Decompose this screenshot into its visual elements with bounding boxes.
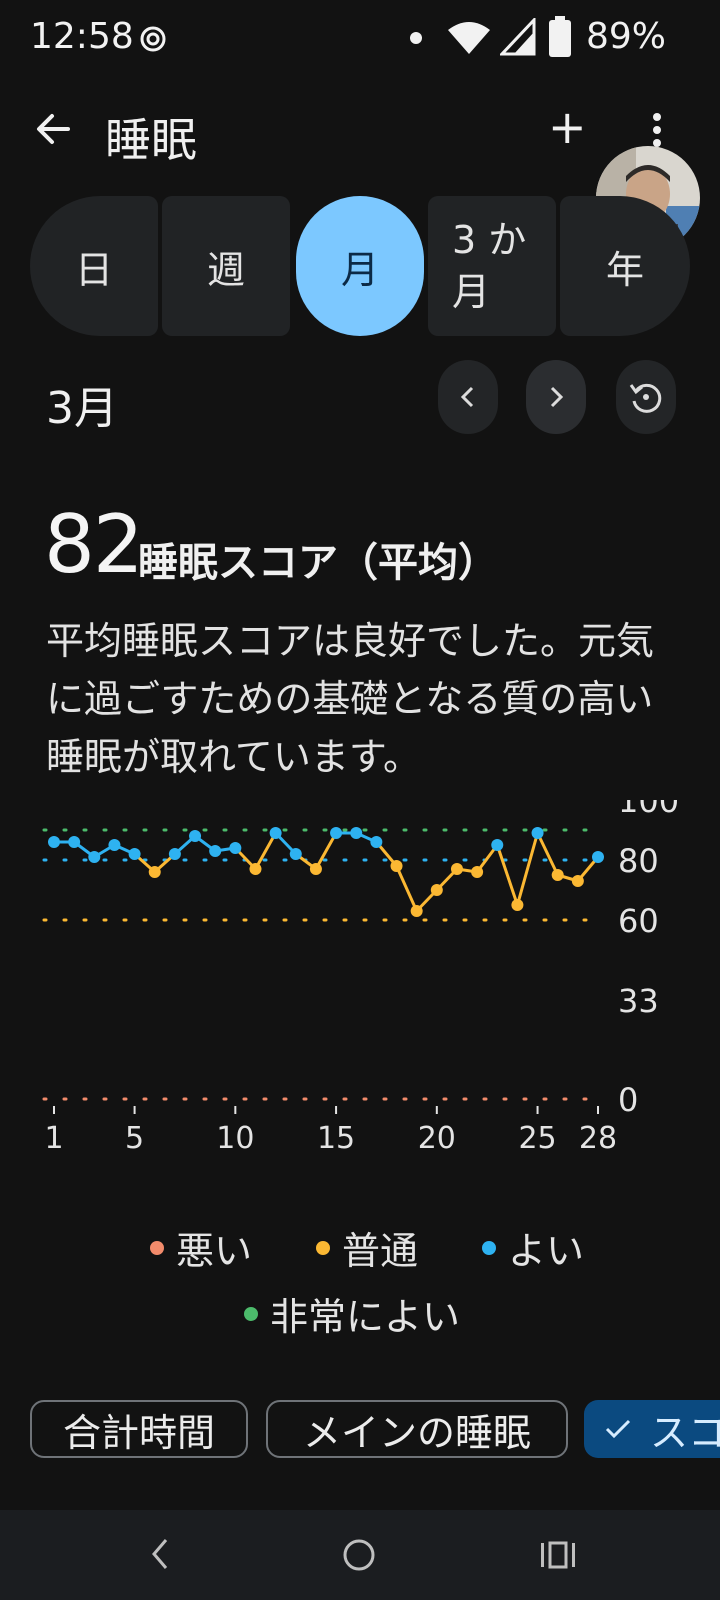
data-point: [289, 848, 302, 860]
series-segment: [495, 844, 519, 906]
data-point: [430, 884, 443, 896]
data-point: [209, 845, 222, 857]
prev-period-button[interactable]: [438, 360, 498, 434]
legend-fair: 普通: [342, 1229, 419, 1273]
data-point: [128, 848, 141, 860]
data-point: [330, 827, 343, 839]
signal-icon: [500, 18, 536, 56]
data-point: [471, 866, 484, 878]
recents-icon[interactable]: [540, 1540, 576, 1570]
data-point: [108, 839, 121, 851]
status-time: 12:58: [30, 16, 134, 57]
series-segment: [395, 865, 419, 912]
data-point: [370, 836, 383, 848]
data-point: [450, 863, 463, 875]
data-point: [410, 905, 423, 917]
history-icon: [629, 383, 662, 413]
status-bar: 12:58 89%: [0, 0, 720, 80]
tab-day[interactable]: 日: [30, 196, 158, 336]
legend-dot-good: [482, 1240, 497, 1255]
x-tick-label: 10: [216, 1121, 254, 1156]
score-value: 82: [44, 498, 144, 591]
chip-main-sleep[interactable]: メインの睡眠: [266, 1400, 568, 1458]
tab-3-months[interactable]: 3 か月: [428, 196, 556, 336]
data-point: [189, 830, 202, 842]
data-point: [571, 875, 584, 887]
y-tick-label: 33: [618, 982, 659, 1020]
chip-score-label: スコア: [650, 1410, 720, 1455]
score-label: 睡眠スコア（平均）: [138, 540, 498, 586]
legend-excellent: 非常によい: [270, 1295, 461, 1339]
data-point: [229, 842, 242, 854]
tab-3-months-line2: 月: [452, 270, 491, 314]
nav-back-icon[interactable]: [148, 1536, 172, 1572]
wifi-icon: [448, 22, 490, 54]
data-point: [350, 827, 363, 839]
data-point: [309, 863, 322, 875]
x-tick-label: 25: [518, 1121, 556, 1156]
data-point: [269, 827, 282, 839]
legend-dot-fair: [316, 1240, 331, 1255]
data-point: [249, 863, 262, 875]
dot-icon: [410, 32, 422, 44]
sleep-score-chart: 03360801001 5 10 15 20 25 28: [42, 800, 679, 1156]
data-point: [491, 839, 504, 851]
data-point: [390, 860, 403, 872]
chevron-right-icon: [550, 386, 564, 408]
data-point: [592, 851, 604, 863]
data-point: [48, 836, 60, 848]
x-tick-label: 20: [418, 1121, 456, 1156]
tab-week[interactable]: 週: [162, 196, 290, 336]
add-button[interactable]: +: [548, 100, 587, 154]
period-label: 3月: [46, 383, 118, 434]
battery-percent: 89%: [586, 16, 667, 57]
home-circle-icon[interactable]: [342, 1538, 376, 1572]
battery-icon: [549, 16, 571, 57]
y-tick-label: 100: [618, 800, 679, 820]
reset-period-button[interactable]: [616, 360, 676, 434]
legend-poor: 悪い: [176, 1229, 253, 1273]
x-tick-label: 15: [317, 1121, 355, 1156]
data-point: [168, 848, 181, 860]
tab-year[interactable]: 年: [560, 196, 690, 336]
x-tick-label: 1: [44, 1121, 63, 1156]
series-segment: [536, 832, 560, 876]
data-point: [68, 836, 81, 848]
back-arrow-icon[interactable]: [34, 110, 72, 148]
legend-dot-excellent: [244, 1306, 258, 1321]
y-tick-label: 80: [618, 842, 659, 880]
legend-dot-poor: [150, 1240, 164, 1255]
chip-total-time[interactable]: 合計時間: [30, 1400, 248, 1458]
data-point: [531, 827, 544, 839]
check-icon: [605, 1419, 631, 1439]
tab-month[interactable]: 月: [296, 196, 424, 336]
x-tick-label: 28: [579, 1121, 617, 1156]
y-tick-label: 0: [618, 1081, 638, 1119]
next-period-button[interactable]: [526, 360, 586, 434]
series-segment: [254, 832, 277, 870]
data-point: [88, 851, 101, 863]
chevron-left-icon: [460, 386, 474, 408]
legend-good: よい: [508, 1229, 585, 1273]
tab-3-months-line1: 3 か: [452, 218, 527, 262]
focus-icon: [140, 26, 166, 52]
score-description: 平均睡眠スコアは良好でした。元気に過ごすための基礎となる質の高い睡眠が取れていま…: [46, 619, 655, 779]
data-point: [551, 869, 564, 881]
series-segment: [515, 832, 540, 906]
chip-score[interactable]: スコア: [584, 1400, 720, 1458]
series-segment: [314, 832, 338, 870]
data-point: [148, 866, 161, 878]
page-title: 睡眠: [105, 113, 197, 167]
y-tick-label: 60: [618, 902, 659, 940]
x-tick-label: 5: [125, 1121, 144, 1156]
legend-row-1: 悪い 普通 よい: [150, 1220, 584, 1275]
legend-row-2: 非常によい: [244, 1286, 460, 1341]
data-point: [511, 899, 524, 911]
